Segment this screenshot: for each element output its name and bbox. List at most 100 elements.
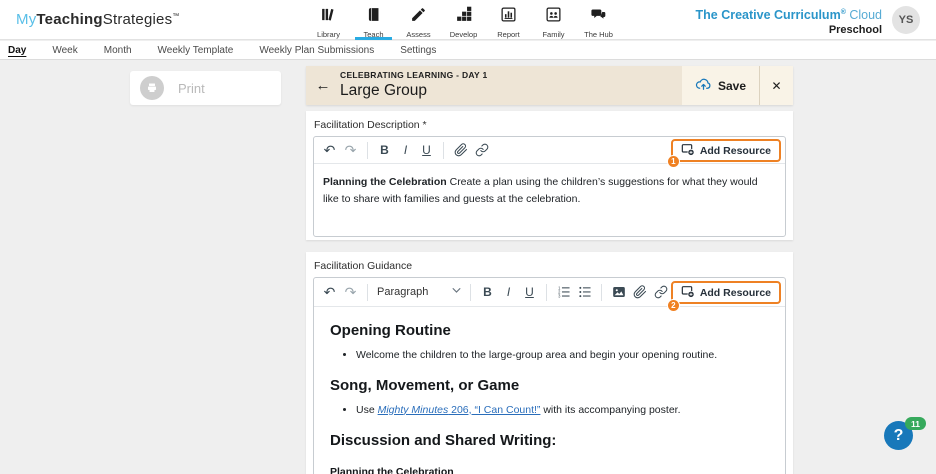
tab-weekly-template[interactable]: Weekly Template	[158, 45, 234, 56]
tab-weekly-plan-submissions[interactable]: Weekly Plan Submissions	[259, 45, 374, 56]
underline-button[interactable]: U	[519, 282, 540, 303]
planning-tabbar: Day Week Month Weekly Template Weekly Pl…	[0, 41, 936, 60]
description-lead-bold: Planning the Celebration	[323, 176, 447, 188]
library-icon	[320, 6, 337, 28]
paragraph-style-dropdown[interactable]: Paragraph	[374, 286, 464, 298]
bullet-list-button[interactable]	[574, 282, 595, 303]
italic-button[interactable]: I	[498, 282, 519, 303]
blocks-icon	[455, 6, 472, 28]
guidance-heading-discussion-shared-writing: Discussion and Shared Writing:	[330, 431, 557, 449]
nav-label: Develop	[449, 30, 478, 39]
guidance-heading-opening-routine: Opening Routine	[330, 322, 451, 339]
toolbar-separator	[443, 141, 444, 159]
annotation-badge-1: 1	[666, 155, 680, 168]
guidance-toolbar: ↶ ↷ Paragraph B I U 123 Add Resource 2	[314, 278, 785, 312]
product-info: The Creative Curriculum® Cloud Preschool	[696, 7, 883, 38]
nav-item-report[interactable]: Report	[486, 0, 531, 40]
back-button[interactable]: ←	[306, 77, 340, 94]
top-header: MyTeachingStrategies™ Library Teach Asse…	[0, 0, 936, 40]
guidance-heading-song-movement-game: Song, Movement, or Game	[330, 376, 520, 394]
nav-label: The Hub	[584, 30, 613, 39]
pencil-icon	[410, 6, 427, 28]
app-logo: MyTeachingStrategies™	[16, 11, 180, 28]
bold-button[interactable]: B	[374, 140, 395, 161]
italic-button[interactable]: I	[395, 140, 416, 161]
logo-trademark: ™	[172, 13, 180, 20]
link-button[interactable]	[471, 140, 492, 161]
attachment-button[interactable]	[450, 140, 471, 161]
guidance-bullet-list: Welcome the children to the large-group …	[340, 348, 769, 364]
add-resource-label: Add Resource	[699, 286, 771, 299]
paragraph-style-value: Paragraph	[377, 286, 429, 298]
toolbar-separator	[470, 283, 471, 301]
guidance-content[interactable]: Opening Routine Welcome the children to …	[314, 307, 785, 474]
attachment-button[interactable]	[629, 282, 650, 303]
chat-bubbles-icon	[590, 6, 607, 28]
nav-item-library[interactable]: Library	[306, 0, 351, 40]
nav-item-develop[interactable]: Develop	[441, 0, 486, 40]
activity-panel-header: ← CELEBRATING LEARNING - DAY 1 Large Gro…	[306, 66, 793, 105]
nav-label: Assess	[406, 30, 431, 39]
mighty-minutes-link[interactable]: Mighty Minutes 206, “I Can Count!”	[378, 404, 541, 416]
guidance-bullet-list: Use Mighty Minutes 206, “I Can Count!” w…	[340, 403, 769, 419]
nav-label: Teach	[363, 30, 384, 39]
description-editor: ↶ ↷ B I U Add Resource 1 Planning the Ce…	[313, 136, 786, 237]
facilitation-description-section: Facilitation Description * ↶ ↷ B I U Add…	[306, 111, 793, 240]
printer-icon	[140, 76, 164, 100]
link-button[interactable]	[650, 282, 671, 303]
panel-actions: Save ✕	[681, 66, 793, 105]
toolbar-separator	[367, 283, 368, 301]
logo-my: My	[16, 11, 37, 28]
nav-item-family[interactable]: Family	[531, 0, 576, 40]
tab-settings[interactable]: Settings	[400, 45, 436, 56]
help-button[interactable]: ? 11	[884, 417, 930, 451]
edition-label: Preschool	[828, 24, 882, 37]
user-avatar[interactable]: YS	[892, 6, 920, 34]
insert-image-button[interactable]	[608, 282, 629, 303]
product-name: The Creative Curriculum® Cloud	[695, 8, 883, 22]
logo-strategies: Strategies	[102, 11, 173, 28]
cloud-upload-icon	[695, 77, 712, 94]
help-notification-badge: 11	[905, 417, 926, 430]
add-resource-button-2[interactable]: Add Resource 2	[666, 281, 781, 312]
add-resource-button-1[interactable]: Add Resource 1	[666, 139, 781, 168]
tab-day[interactable]: Day	[8, 45, 26, 56]
nav-item-the-hub[interactable]: The Hub	[576, 0, 621, 40]
add-resource-label: Add Resource	[699, 144, 771, 157]
redo-button[interactable]: ↷	[340, 140, 361, 161]
bold-button[interactable]: B	[477, 282, 498, 303]
print-button[interactable]: Print	[130, 71, 281, 105]
close-button[interactable]: ✕	[760, 66, 793, 105]
nav-item-teach[interactable]: Teach	[351, 0, 396, 40]
panel-eyebrow: CELEBRATING LEARNING - DAY 1	[340, 70, 488, 81]
app-window: MyTeachingStrategies™ Library Teach Asse…	[0, 0, 936, 474]
toolbar-separator	[367, 141, 368, 159]
nav-item-assess[interactable]: Assess	[396, 0, 441, 40]
panel-titles: CELEBRATING LEARNING - DAY 1 Large Group	[340, 70, 682, 101]
undo-button[interactable]: ↶	[319, 282, 340, 303]
numbered-list-button[interactable]: 123	[553, 282, 574, 303]
save-button[interactable]: Save	[682, 66, 759, 105]
guidance-bold-paragraph: Planning the Celebration	[330, 465, 454, 474]
redo-button[interactable]: ↷	[340, 282, 361, 303]
nav-label: Family	[542, 30, 565, 39]
facilitation-description-label: Facilitation Description *	[314, 119, 427, 131]
facilitation-guidance-label: Facilitation Guidance	[314, 260, 413, 272]
underline-button[interactable]: U	[416, 140, 437, 161]
toolbar-separator	[601, 283, 602, 301]
description-content[interactable]: Planning the Celebration Create a plan u…	[314, 164, 785, 218]
guidance-bullet: Use Mighty Minutes 206, “I Can Count!” w…	[356, 403, 769, 419]
tab-week[interactable]: Week	[52, 45, 77, 56]
facilitation-guidance-section: Facilitation Guidance ↶ ↷ Paragraph B I …	[306, 252, 793, 474]
product-cloud: Cloud	[845, 8, 882, 22]
annotation-badge-2: 2	[666, 299, 680, 312]
logo-teaching: Teaching	[36, 11, 103, 28]
tab-month[interactable]: Month	[104, 45, 132, 56]
primary-nav: Library Teach Assess Develop Report Fami…	[306, 0, 621, 40]
guidance-bullet: Welcome the children to the large-group …	[356, 348, 769, 364]
undo-button[interactable]: ↶	[319, 140, 340, 161]
nav-label: Report	[497, 30, 520, 39]
chevron-down-icon	[452, 286, 461, 298]
family-icon	[545, 6, 562, 28]
nav-label: Library	[317, 30, 340, 39]
